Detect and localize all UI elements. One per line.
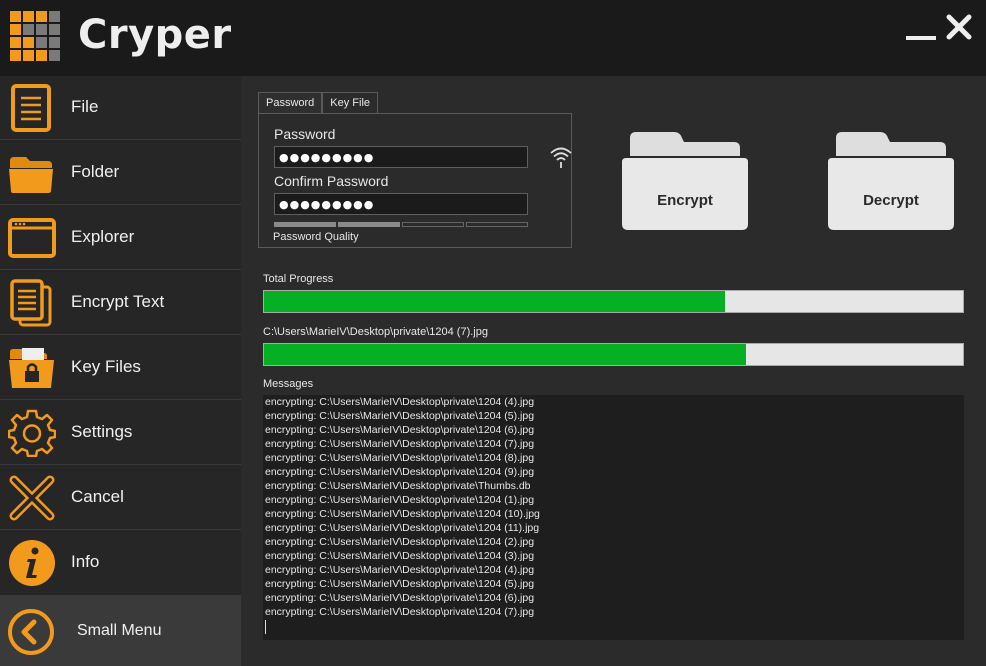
message-line: encrypting: C:\Users\MarieIV\Desktop\pri… bbox=[265, 452, 535, 464]
password-input[interactable] bbox=[274, 146, 528, 168]
sidebar-item-label: Settings bbox=[71, 422, 133, 441]
current-file-label: C:\Users\MarieIV\Desktop\private\1204 (7… bbox=[263, 326, 488, 338]
message-line: encrypting: C:\Users\MarieIV\Desktop\pri… bbox=[265, 564, 535, 576]
file-progress-fill bbox=[264, 344, 747, 365]
message-line: encrypting: C:\Users\MarieIV\Desktop\pri… bbox=[265, 508, 540, 520]
sidebar-item-file[interactable]: File bbox=[0, 76, 241, 140]
key-files-icon bbox=[9, 348, 54, 388]
chevron-left-circle-icon bbox=[8, 609, 54, 655]
sidebar-item-label: Cancel bbox=[71, 487, 124, 506]
sidebar-item-folder[interactable]: Folder bbox=[0, 141, 241, 205]
confirm-password-input[interactable] bbox=[274, 193, 528, 215]
minimize-button[interactable] bbox=[906, 36, 936, 40]
info-icon bbox=[9, 540, 55, 586]
small-menu-button[interactable]: Small Menu bbox=[0, 595, 241, 666]
app-logo-grid-icon bbox=[10, 11, 62, 63]
quality-segment bbox=[466, 222, 528, 227]
total-progress-bar bbox=[263, 290, 964, 313]
gear-icon bbox=[8, 409, 56, 457]
explorer-window-icon bbox=[8, 218, 56, 258]
message-line: encrypting: C:\Users\MarieIV\Desktop\pri… bbox=[265, 494, 535, 506]
password-label: Password bbox=[274, 126, 336, 142]
message-line: encrypting: C:\Users\MarieIV\Desktop\pri… bbox=[265, 410, 535, 422]
sidebar: File Folder Explorer Encrypt Text Key Fi… bbox=[0, 76, 241, 666]
sidebar-item-settings[interactable]: Settings bbox=[0, 401, 241, 465]
file-icon bbox=[11, 84, 51, 132]
small-menu-label: Small Menu bbox=[77, 622, 162, 639]
sidebar-item-label: Key Files bbox=[71, 357, 141, 376]
quality-segment bbox=[402, 222, 464, 227]
password-tabs: Password Key File bbox=[258, 92, 379, 114]
total-progress-label: Total Progress bbox=[263, 273, 334, 285]
password-quality-label: Password Quality bbox=[273, 231, 359, 243]
confirm-password-label: Confirm Password bbox=[274, 173, 389, 189]
messages-label: Messages bbox=[263, 378, 314, 390]
message-line: encrypting: C:\Users\MarieIV\Desktop\pri… bbox=[265, 522, 540, 534]
tab-key-file[interactable]: Key File bbox=[322, 92, 379, 114]
sidebar-item-label: Folder bbox=[71, 162, 120, 181]
message-line: encrypting: C:\Users\MarieIV\Desktop\pri… bbox=[265, 396, 535, 408]
text-caret bbox=[265, 620, 266, 634]
message-line: encrypting: C:\Users\MarieIV\Desktop\pri… bbox=[265, 592, 535, 604]
encrypt-folder-icon bbox=[622, 132, 748, 230]
password-panel: Password Confirm Password Password Quali… bbox=[258, 113, 572, 248]
encrypt-button[interactable]: Encrypt bbox=[622, 130, 748, 232]
sidebar-item-label: Info bbox=[71, 552, 100, 571]
sidebar-item-key-files[interactable]: Key Files bbox=[0, 336, 241, 400]
messages-log[interactable]: encrypting: C:\Users\MarieIV\Desktop\pri… bbox=[263, 395, 964, 640]
app-title: Cryper bbox=[78, 12, 232, 58]
sidebar-item-encrypt-text[interactable]: Encrypt Text bbox=[0, 271, 241, 335]
title-bar: Cryper bbox=[0, 0, 986, 76]
message-line: encrypting: C:\Users\MarieIV\Desktop\pri… bbox=[265, 438, 535, 450]
main-panel: Password Key File Password Confirm Passw… bbox=[241, 76, 986, 666]
quality-segment bbox=[338, 222, 400, 227]
sidebar-item-label: Explorer bbox=[71, 227, 135, 246]
decrypt-label: Decrypt bbox=[863, 192, 919, 209]
decrypt-folder-icon bbox=[828, 132, 954, 230]
total-progress-fill bbox=[264, 291, 726, 312]
signal-icon[interactable] bbox=[549, 145, 573, 169]
close-icon[interactable] bbox=[944, 12, 974, 42]
message-line: encrypting: C:\Users\MarieIV\Desktop\pri… bbox=[265, 550, 535, 562]
sidebar-item-label: Encrypt Text bbox=[71, 292, 165, 311]
message-line: encrypting: C:\Users\MarieIV\Desktop\pri… bbox=[265, 466, 535, 478]
message-line: encrypting: C:\Users\MarieIV\Desktop\pri… bbox=[265, 536, 535, 548]
message-line: encrypting: C:\Users\MarieIV\Desktop\pri… bbox=[265, 606, 535, 618]
sidebar-item-info[interactable]: Info bbox=[0, 531, 241, 595]
password-quality-meter bbox=[274, 222, 528, 227]
folder-icon bbox=[9, 157, 53, 193]
tab-password[interactable]: Password bbox=[258, 92, 323, 114]
cancel-x-icon bbox=[9, 475, 55, 521]
file-progress-bar bbox=[263, 343, 964, 366]
sidebar-item-label: File bbox=[71, 97, 99, 116]
documents-icon bbox=[10, 279, 52, 327]
sidebar-item-cancel[interactable]: Cancel bbox=[0, 466, 241, 530]
sidebar-item-explorer[interactable]: Explorer bbox=[0, 206, 241, 270]
quality-segment bbox=[274, 222, 336, 227]
message-line: encrypting: C:\Users\MarieIV\Desktop\pri… bbox=[265, 578, 535, 590]
decrypt-button[interactable]: Decrypt bbox=[828, 130, 954, 232]
message-line: encrypting: C:\Users\MarieIV\Desktop\pri… bbox=[265, 480, 531, 492]
encrypt-label: Encrypt bbox=[657, 192, 713, 209]
message-line: encrypting: C:\Users\MarieIV\Desktop\pri… bbox=[265, 424, 535, 436]
